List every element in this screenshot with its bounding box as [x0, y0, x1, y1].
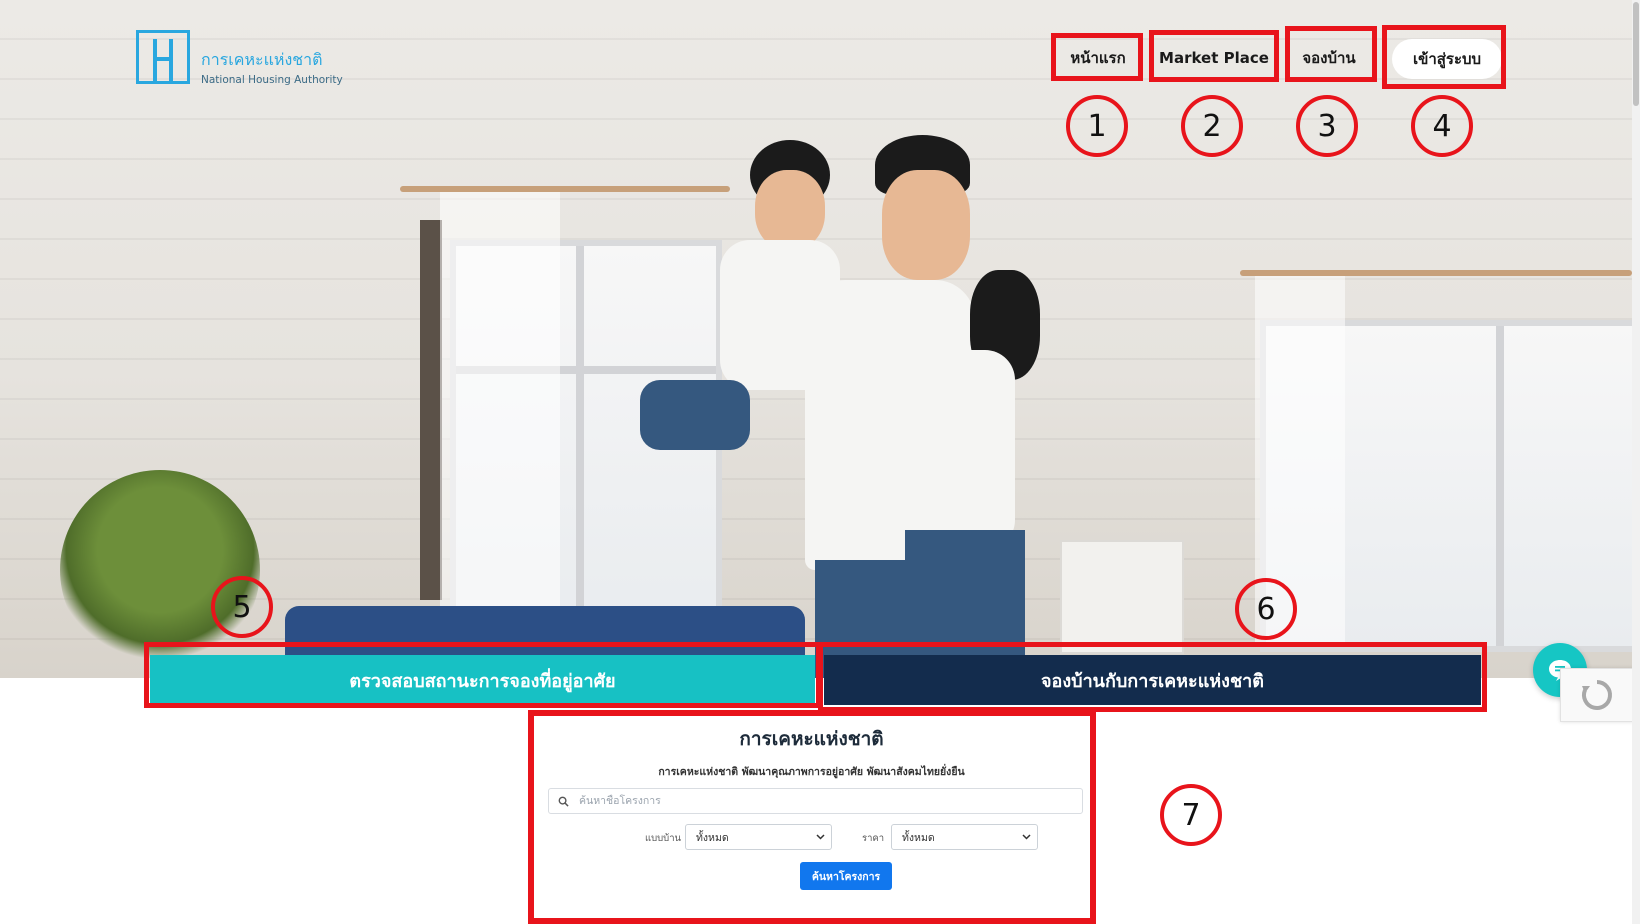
- annotation-marker-3: 3: [1296, 95, 1358, 157]
- annotation-marker-1: 1: [1066, 95, 1128, 157]
- nha-logo-icon: [136, 30, 190, 84]
- girl-jeans: [640, 380, 750, 450]
- annotation-box-status: [144, 642, 821, 708]
- house-plant: [60, 470, 260, 670]
- mother-shirt: [895, 350, 1015, 550]
- annotation-marker-2: 2: [1181, 95, 1243, 157]
- logo-name-th: การเคหะแห่งชาติ: [201, 50, 323, 69]
- recaptcha-icon[interactable]: [1560, 668, 1634, 722]
- annotation-marker-5: 5: [211, 576, 273, 638]
- annotation-box-market-place: [1149, 30, 1279, 82]
- scrollbar[interactable]: [1632, 0, 1640, 924]
- girl-shirt: [720, 240, 840, 390]
- window-mullion: [1496, 326, 1504, 646]
- girl-face: [755, 170, 825, 250]
- annotation-box-search: [528, 710, 1096, 924]
- annotation-marker-4: 4: [1411, 95, 1473, 157]
- annotation-box-book-house: [1285, 26, 1377, 82]
- window-mullion: [576, 246, 584, 626]
- nha-logo[interactable]: การเคหะแห่งชาติ National Housing Authori…: [136, 30, 343, 90]
- curtain-dark-left: [420, 220, 442, 600]
- dresser: [1060, 540, 1184, 654]
- father-face: [882, 170, 970, 280]
- sheer-curtain-left: [440, 192, 560, 622]
- scrollbar-thumb[interactable]: [1633, 2, 1639, 106]
- annotation-marker-7: 7: [1160, 784, 1222, 846]
- annotation-box-login: [1382, 25, 1506, 89]
- family-illustration: [600, 130, 1040, 678]
- logo-name-en: National Housing Authority: [201, 74, 343, 86]
- annotation-box-book: [818, 642, 1487, 712]
- annotation-box-home: [1051, 33, 1143, 81]
- logo-bar: [153, 57, 173, 61]
- annotation-marker-6: 6: [1235, 578, 1297, 640]
